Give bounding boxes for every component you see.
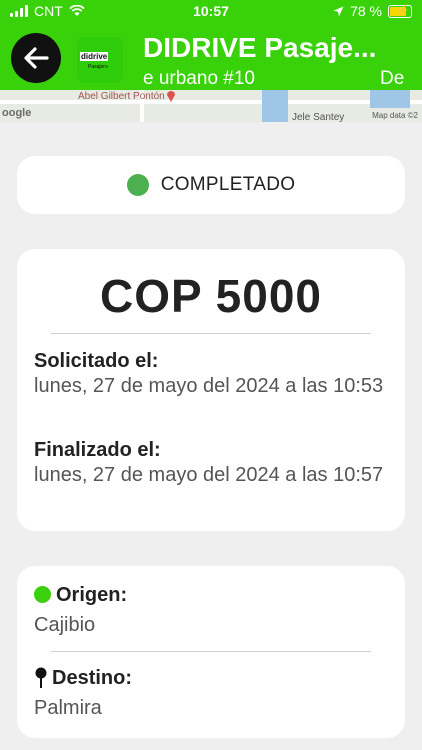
divider xyxy=(51,651,371,652)
header-subtitle: e urbano #10 xyxy=(143,68,255,89)
origin-label-row: Origen: xyxy=(34,584,127,607)
finished-value: lunes, 27 de mayo del 2024 a las 10:57 xyxy=(34,464,384,486)
requested-value: lunes, 27 de mayo del 2024 a las 10:53 xyxy=(34,375,384,397)
app-header: CNT 10:57 78 % ⚡ didrive Pasajero DIDRIV… xyxy=(0,0,422,90)
map-street-label-2: Jele Santey xyxy=(292,112,345,122)
destination-label-row: Destino: xyxy=(34,667,132,690)
destination-value: Palmira xyxy=(34,697,102,719)
green-dot-icon xyxy=(34,586,51,603)
arrow-left-icon xyxy=(24,47,49,69)
divider xyxy=(51,333,371,334)
location-arrow-icon xyxy=(333,6,344,16)
app-logo: didrive Pasajero xyxy=(77,37,123,83)
ride-status-card: COMPLETADO xyxy=(17,156,405,214)
map-marker-icon xyxy=(167,91,175,102)
requested-label: Solicitado el: xyxy=(34,350,159,372)
finished-label: Finalizado el: xyxy=(34,439,161,461)
origin-label: Origen: xyxy=(56,584,128,606)
ride-price: COP 5000 xyxy=(100,270,322,322)
ride-details-card: COP 5000 Solicitado el: lunes, 27 de may… xyxy=(17,249,405,531)
destination-label: Destino: xyxy=(52,667,132,689)
map-pin-icon xyxy=(35,667,47,688)
back-button[interactable] xyxy=(11,33,61,83)
battery-percent: 78 % xyxy=(350,3,382,19)
origin-value: Cajibio xyxy=(34,614,96,636)
map-view[interactable]: Abel Gilbert Pontón Jele Santey oogle Ma… xyxy=(0,90,422,122)
battery-icon: ⚡ xyxy=(388,4,412,18)
ride-status: COMPLETADO xyxy=(160,174,296,195)
map-attribution: Map data ©2 xyxy=(372,111,418,120)
status-bar: CNT 10:57 78 % ⚡ xyxy=(0,0,422,24)
status-dot-icon xyxy=(126,174,149,196)
map-street-label: Abel Gilbert Pontón xyxy=(78,91,165,102)
google-logo: oogle xyxy=(2,107,32,119)
route-card: Origen: Cajibio Destino: Palmira xyxy=(17,566,405,738)
header-subtitle-overflow: De xyxy=(380,68,405,89)
header-title: DIDRIVE Pasaje... xyxy=(143,32,377,63)
